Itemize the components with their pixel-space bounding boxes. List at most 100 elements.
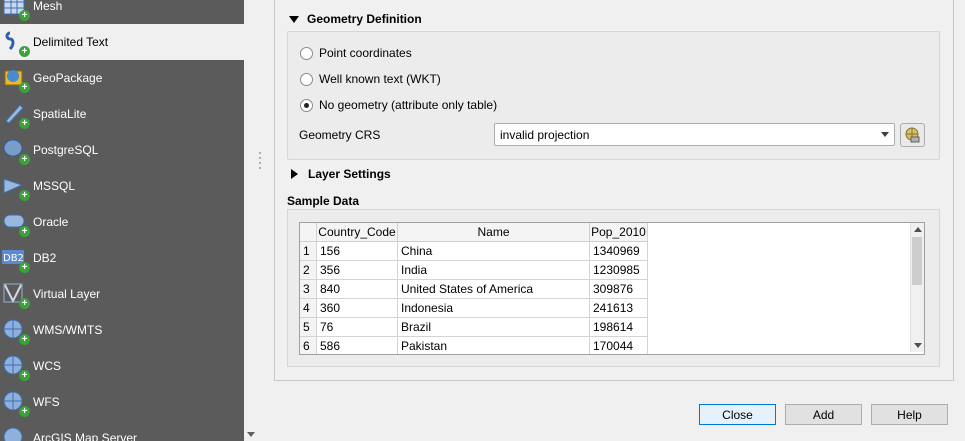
- section-title: Geometry Definition: [307, 12, 422, 26]
- radio-button[interactable]: [300, 98, 313, 112]
- table-cell: 198614: [590, 318, 648, 337]
- expand-icon[interactable]: [291, 169, 298, 179]
- arcgis-map-server-icon: +: [2, 425, 28, 441]
- sidebar-item-wms[interactable]: + WMS/WMTS: [0, 312, 244, 348]
- sample-data-title: Sample Data: [287, 194, 360, 208]
- table-cell: 840: [317, 280, 398, 299]
- scroll-down-icon[interactable]: [247, 432, 255, 437]
- row-number: 4: [300, 299, 317, 318]
- sidebar-item-label: Oracle: [33, 215, 69, 229]
- sidebar-item-mssql[interactable]: + MSSQL: [0, 168, 244, 204]
- scroll-up-icon[interactable]: [914, 227, 922, 232]
- crs-value: invalid projection: [500, 127, 590, 142]
- table-cell: Brazil: [398, 318, 590, 337]
- table-cell: 156: [317, 242, 398, 261]
- sidebar-item-delimited-text[interactable]: + Delimited Text: [0, 24, 244, 60]
- geopackage-icon: +: [2, 65, 30, 93]
- geometry-crs-select[interactable]: invalid projection: [494, 123, 895, 146]
- sidebar-item-label: Virtual Layer: [33, 287, 101, 301]
- scroll-down-icon[interactable]: [914, 343, 922, 348]
- close-button[interactable]: Close: [699, 404, 776, 425]
- mesh-icon: +: [2, 0, 30, 21]
- table-cell: Pakistan: [398, 337, 590, 354]
- row-number: 5: [300, 318, 317, 337]
- table-cell: 309876: [590, 280, 648, 299]
- sidebar-item-spatialite[interactable]: + SpatiaLite: [0, 96, 244, 132]
- table-row[interactable]: 5 76 Brazil 198614: [300, 318, 924, 337]
- wcs-icon: +: [2, 353, 30, 381]
- postgresql-icon: +: [2, 137, 30, 165]
- radio-label: Well known text (WKT): [319, 72, 441, 86]
- delimited-text-icon: +: [2, 29, 30, 57]
- sidebar-item-label: Mesh: [33, 0, 63, 13]
- chevron-down-icon[interactable]: [881, 132, 889, 137]
- radio-button[interactable]: [300, 46, 313, 60]
- sidebar-scrollbar[interactable]: [244, 0, 258, 441]
- splitter-handle[interactable]: [258, 150, 262, 170]
- wms-icon: +: [2, 317, 30, 345]
- row-number: 2: [300, 261, 317, 280]
- table-corner: [300, 223, 317, 242]
- column-header[interactable]: Country_Code: [317, 223, 398, 242]
- sidebar-item-virtual-layer[interactable]: + Virtual Layer: [0, 276, 244, 312]
- sidebar-item-label: WMS/WMTS: [33, 323, 103, 337]
- wfs-icon: +: [2, 389, 30, 417]
- table-row[interactable]: 3 840 United States of America 309876: [300, 280, 924, 299]
- table-cell: 360: [317, 299, 398, 318]
- collapse-icon[interactable]: [289, 15, 299, 23]
- table-row[interactable]: 6 586 Pakistan 170044: [300, 337, 924, 354]
- sidebar-item-label: GeoPackage: [33, 71, 103, 85]
- sidebar-item-arcgis-map-server[interactable]: + ArcGIS Map Server: [0, 420, 244, 441]
- table-row[interactable]: 2 356 India 1230985: [300, 261, 924, 280]
- oracle-icon: +: [2, 209, 30, 237]
- add-button[interactable]: Add: [785, 404, 862, 425]
- radio-point-coordinates[interactable]: Point coordinates: [300, 46, 412, 60]
- globe-icon: [905, 127, 920, 143]
- section-title: Layer Settings: [308, 167, 391, 181]
- radio-label: Point coordinates: [319, 46, 412, 60]
- table-row[interactable]: 1 156 China 1340969: [300, 242, 924, 261]
- help-button[interactable]: Help: [871, 404, 948, 425]
- table-cell: 1230985: [590, 261, 648, 280]
- table-cell: 1340969: [590, 242, 648, 261]
- sidebar-item-postgresql[interactable]: + PostgreSQL: [0, 132, 244, 168]
- geometry-crs-label: Geometry CRS: [299, 128, 381, 142]
- radio-button[interactable]: [300, 72, 313, 86]
- sample-data-table[interactable]: Country_Code Name Pop_2010 1 156 China 1…: [299, 222, 925, 355]
- sidebar-item-label: ArcGIS Map Server: [33, 431, 138, 441]
- sidebar-item-label: Delimited Text: [33, 35, 109, 49]
- sidebar-item-label: PostgreSQL: [33, 143, 99, 157]
- row-number: 6: [300, 337, 317, 354]
- sidebar-item-label: DB2: [33, 251, 57, 265]
- table-cell: 76: [317, 318, 398, 337]
- table-cell: 170044: [590, 337, 648, 354]
- sidebar-item-wcs[interactable]: + WCS: [0, 348, 244, 384]
- sidebar-item-db2[interactable]: DB2 + DB2: [0, 240, 244, 276]
- table-cell: India: [398, 261, 590, 280]
- radio-no-geometry[interactable]: No geometry (attribute only table): [300, 98, 497, 112]
- sidebar-item-oracle[interactable]: + Oracle: [0, 204, 244, 240]
- db2-icon: DB2 +: [2, 245, 30, 273]
- radio-wkt[interactable]: Well known text (WKT): [300, 72, 441, 86]
- mssql-icon: +: [2, 173, 30, 201]
- table-cell: Indonesia: [398, 299, 590, 318]
- spatialite-icon: +: [2, 101, 30, 129]
- scroll-thumb[interactable]: [912, 237, 922, 285]
- sidebar-item-wfs[interactable]: + WFS: [0, 384, 244, 420]
- geometry-definition-header[interactable]: Geometry Definition: [289, 12, 422, 26]
- sidebar-item-label: WCS: [33, 359, 61, 373]
- table-cell: 356: [317, 261, 398, 280]
- select-crs-button[interactable]: [900, 123, 925, 147]
- table-row[interactable]: 4 360 Indonesia 241613: [300, 299, 924, 318]
- sidebar-item-label: MSSQL: [33, 179, 76, 193]
- sidebar-item-mesh[interactable]: + Mesh: [0, 0, 244, 24]
- row-number: 3: [300, 280, 317, 299]
- virtual-layer-icon: +: [2, 281, 30, 309]
- radio-label: No geometry (attribute only table): [319, 98, 498, 112]
- column-header[interactable]: Pop_2010: [590, 223, 648, 242]
- layer-settings-header[interactable]: Layer Settings: [289, 167, 391, 181]
- table-cell: 241613: [590, 299, 648, 318]
- column-header[interactable]: Name: [398, 223, 590, 242]
- sidebar-item-geopackage[interactable]: + GeoPackage: [0, 60, 244, 96]
- table-scrollbar[interactable]: [910, 223, 924, 352]
